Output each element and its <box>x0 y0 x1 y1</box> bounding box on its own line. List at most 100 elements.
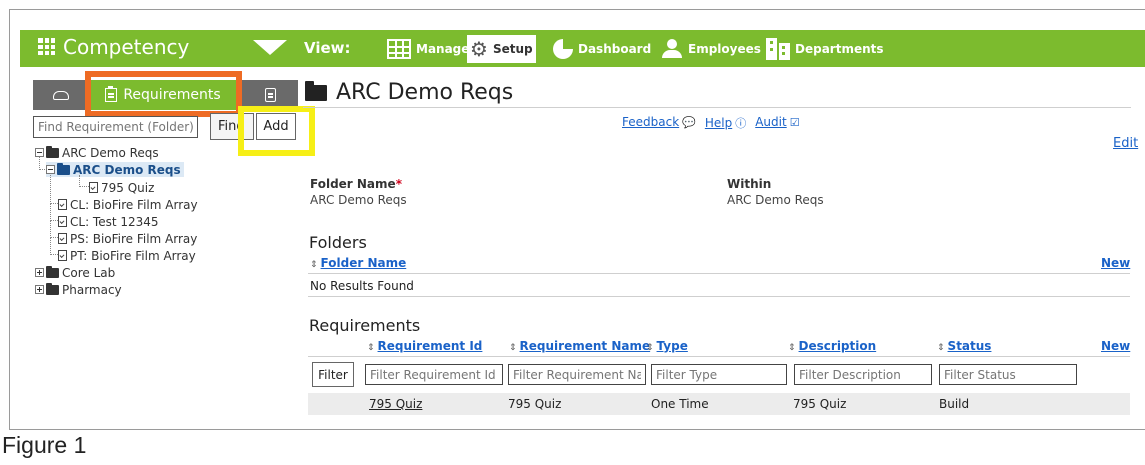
nav-departments-label: Departments <box>795 42 884 56</box>
checklist-icon <box>58 216 67 227</box>
tree-item-folder[interactable]: Pharmacy <box>35 282 122 297</box>
filter-button[interactable]: Filter <box>312 362 354 387</box>
folder-open-icon <box>46 145 59 158</box>
tree-label: PT: BioFire Film Array <box>70 248 196 263</box>
filter-status-input[interactable] <box>939 364 1077 385</box>
type-cell: One Time <box>651 397 709 411</box>
tree-item-folder[interactable]: Core Lab <box>35 265 115 280</box>
column-label[interactable]: Requirement Id <box>378 339 483 353</box>
help-circle-icon: ⓘ <box>735 117 747 130</box>
collapse-icon[interactable] <box>35 148 44 157</box>
sort-icon: ⇕ <box>367 343 375 353</box>
tree-label: 795 Quiz <box>101 180 155 195</box>
divider <box>308 296 1130 297</box>
description-column[interactable]: ⇕ Description <box>788 339 876 353</box>
tree-label: Pharmacy <box>62 282 122 297</box>
speech-bubble-icon: 💬 <box>682 116 696 129</box>
view-label: View: <box>304 39 351 57</box>
page-title-text: ARC Demo Reqs <box>336 80 514 105</box>
orange-highlight-box <box>85 71 242 117</box>
divider <box>303 107 1131 108</box>
requirement-id-link[interactable]: 795 Quiz <box>369 397 422 411</box>
tree-label: CL: Test 12345 <box>70 214 159 229</box>
checklist-icon <box>89 182 98 193</box>
expand-icon[interactable] <box>35 285 44 294</box>
app-brand[interactable]: Competency <box>38 35 189 59</box>
type-column[interactable]: ⇕ Type <box>646 339 688 353</box>
column-label[interactable]: Requirement Name <box>520 339 651 353</box>
help-link[interactable]: Help ⓘ <box>705 115 746 131</box>
tree-item-requirement[interactable]: CL: Test 12345 <box>58 214 159 229</box>
requirements-title: Requirements <box>309 316 421 335</box>
tree-item-requirement[interactable]: 795 Quiz <box>89 180 154 195</box>
tree-item-root-folder[interactable]: ARC Demo Reqs <box>35 145 159 160</box>
tree-label: Core Lab <box>62 265 116 280</box>
tree-item-requirement[interactable]: CL: BioFire Film Array <box>58 197 198 212</box>
requirement-name-cell: 795 Quiz <box>508 397 562 411</box>
description-cell: 795 Quiz <box>793 397 847 411</box>
new-folder-link[interactable]: New <box>1101 256 1130 270</box>
column-label[interactable]: Type <box>657 339 688 353</box>
folder-name-label-text: Folder Name <box>310 177 396 191</box>
filter-requirement-name-input[interactable] <box>508 364 646 385</box>
audit-link[interactable]: Audit ☑ <box>755 115 799 131</box>
document-icon <box>264 88 276 102</box>
divider <box>308 273 1130 274</box>
building-icon <box>766 38 790 60</box>
filter-description-input[interactable] <box>794 364 932 385</box>
divider <box>308 356 1130 357</box>
folder-name-column[interactable]: ⇕ Folder Name <box>310 256 406 270</box>
nav-employees-label: Employees <box>688 42 761 56</box>
no-results-text: No Results Found <box>310 279 414 293</box>
tree-label: ARC Demo Reqs <box>62 145 159 160</box>
within-label: Within <box>727 177 772 191</box>
expand-icon[interactable] <box>35 268 44 277</box>
tree-item-requirement[interactable]: PS: BioFire Film Array <box>58 231 197 246</box>
column-label[interactable]: Status <box>948 339 992 353</box>
help-link-text[interactable]: Help <box>705 116 732 130</box>
folder-name-value: ARC Demo Reqs <box>310 193 407 207</box>
requirement-id-column[interactable]: ⇕ Requirement Id <box>367 339 482 353</box>
requirement-name-column[interactable]: ⇕ Requirement Name <box>509 339 650 353</box>
filter-type-input[interactable] <box>651 364 787 385</box>
folder-open-icon <box>57 162 70 175</box>
apps-grid-icon <box>38 38 55 55</box>
checklist-icon <box>58 199 67 210</box>
edit-link[interactable]: Edit <box>1113 136 1138 151</box>
nav-manage[interactable]: Manage <box>384 35 472 63</box>
within-value: ARC Demo Reqs <box>727 193 824 207</box>
table-row[interactable] <box>308 393 1130 415</box>
nav-setup[interactable]: ⚙ Setup <box>467 35 536 63</box>
tree-item-selected-folder[interactable]: ARC Demo Reqs <box>46 162 184 177</box>
filter-requirement-id-input[interactable] <box>365 364 503 385</box>
feedback-link[interactable]: Feedback 💬 <box>622 115 696 131</box>
clipboard-check-icon: ☑ <box>789 116 800 129</box>
yellow-highlight-box <box>238 106 315 156</box>
nav-dashboard[interactable]: Dashboard <box>550 35 654 63</box>
drive-icon <box>52 90 69 100</box>
nav-employees[interactable]: Employees <box>658 35 764 63</box>
tree-label: CL: BioFire Film Array <box>70 197 198 212</box>
audit-link-text[interactable]: Audit <box>755 115 786 129</box>
column-label[interactable]: Description <box>799 339 877 353</box>
find-requirement-input[interactable] <box>33 116 198 138</box>
chevron-down-icon[interactable] <box>253 40 287 55</box>
nav-setup-label: Setup <box>492 42 533 56</box>
status-column[interactable]: ⇕ Status <box>937 339 991 353</box>
new-requirement-link[interactable]: New <box>1101 339 1130 353</box>
folders-title: Folders <box>309 233 367 252</box>
tab-drive[interactable] <box>33 80 88 110</box>
page-title: ARC Demo Reqs <box>305 80 513 105</box>
person-icon <box>661 39 683 59</box>
pie-chart-icon <box>553 39 573 59</box>
checklist-icon <box>58 233 67 244</box>
gear-icon: ⚙ <box>470 37 488 61</box>
nav-departments[interactable]: Departments <box>763 35 887 63</box>
folder-name-column-label[interactable]: Folder Name <box>321 256 407 270</box>
feedback-link-text[interactable]: Feedback <box>622 115 679 129</box>
collapse-icon[interactable] <box>46 165 55 174</box>
tree-item-requirement[interactable]: PT: BioFire Film Array <box>58 248 196 263</box>
folder-icon <box>46 282 59 295</box>
top-nav-bar: Competency View: Manage ⚙ Setup Dashboar… <box>20 30 1145 67</box>
sort-icon: ⇕ <box>646 343 654 353</box>
